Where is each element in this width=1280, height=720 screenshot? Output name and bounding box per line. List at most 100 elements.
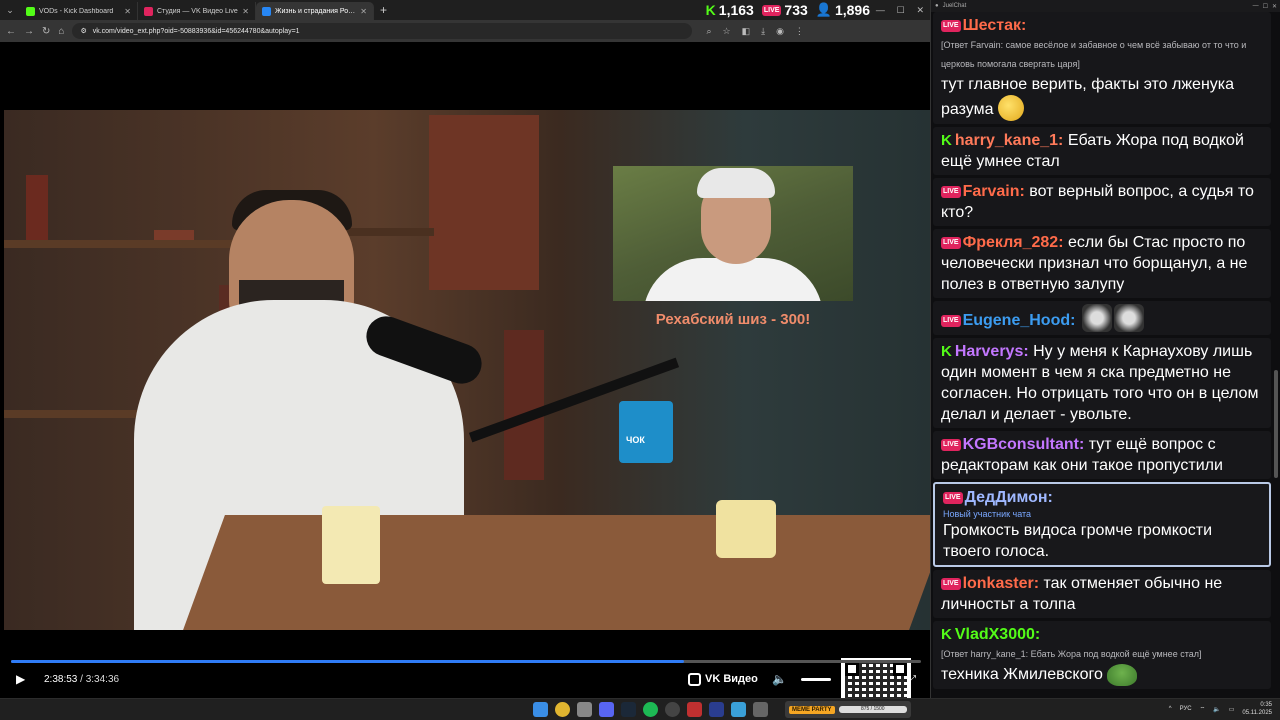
chat-message[interactable]: K Harverys: Ну у меня к Карнаухову лишь о… <box>933 338 1271 428</box>
network-icon[interactable]: ⌔ <box>1200 705 1206 713</box>
live-badge-icon: LIVE <box>941 186 961 198</box>
volume-slider[interactable] <box>801 677 831 681</box>
download-icon[interactable]: ⤓ <box>761 26 765 37</box>
volume-icon[interactable]: 🔈 <box>772 672 787 686</box>
vk-video-logo[interactable]: VK Видео <box>688 672 758 686</box>
tab-vk-video[interactable]: Жизнь и страдания Романа А ✕ <box>256 2 374 20</box>
menu-icon[interactable]: ⋮ <box>795 26 804 37</box>
address-bar-row: ← → ↻ ⌂ ⚙ vk.com/video_ext.php?oid=-5088… <box>0 20 930 42</box>
chat-username[interactable]: Фрекля_282: <box>963 234 1064 251</box>
zoom-icon[interactable]: ⌕ <box>706 26 711 37</box>
player-controls: ▶ 2:38:53 / 3:34:36 VK Видео 🔈 ⤢ <box>0 668 930 690</box>
forward-icon[interactable]: → <box>24 26 34 37</box>
kick-badge-icon: K <box>941 343 952 360</box>
steam-icon[interactable] <box>621 702 636 717</box>
book <box>26 175 48 240</box>
battery-icon[interactable]: ▭ <box>1229 706 1235 713</box>
chat-message[interactable]: LIVE Farvain: вот верный вопрос, а судья … <box>933 178 1271 226</box>
live-badge-icon: LIVE <box>941 20 961 32</box>
chat-message[interactable]: LIVE lonkaster: так отменяет обычно не ли… <box>933 570 1271 618</box>
app-icon[interactable] <box>753 702 768 717</box>
tab-label: Жизнь и страдания Романа А <box>275 7 356 15</box>
language-indicator[interactable]: РУС <box>1180 706 1192 712</box>
maximize-icon[interactable]: ☐ <box>1263 3 1268 10</box>
spotify-icon[interactable] <box>643 702 658 717</box>
url-field[interactable]: ⚙ vk.com/video_ext.php?oid=-50883936&id=… <box>72 23 693 39</box>
close-tab-icon[interactable]: ✕ <box>124 7 131 16</box>
chat-message[interactable]: LIVE Шестак: [Ответ Farvain: самое весёлое… <box>933 12 1271 124</box>
chat-username[interactable]: VladX3000: <box>955 626 1040 643</box>
home-icon[interactable]: ⌂ <box>58 26 64 37</box>
video-player[interactable]: ЧОК Рехабский шиз - 300! <box>4 44 930 720</box>
reload-icon[interactable]: ↻ <box>42 26 50 37</box>
app-icon[interactable] <box>577 702 592 717</box>
tab-bar: ⌄ VODs - Kick Dashboard ✕ Студия — VK Ви… <box>0 0 930 20</box>
screen: ⌄ VODs - Kick Dashboard ✕ Студия — VK Ви… <box>0 0 1280 720</box>
chat-username[interactable]: Eugene_Hood: <box>963 312 1076 329</box>
play-icon[interactable]: ▶ <box>16 672 25 686</box>
chat-username[interactable]: Harverys: <box>955 343 1029 360</box>
app-icon[interactable] <box>709 702 724 717</box>
app-icon[interactable] <box>687 702 702 717</box>
tab-label: VODs - Kick Dashboard <box>39 7 114 15</box>
chat-message[interactable]: LIVE ДедДимон: Новый участник чата Громкост… <box>933 482 1271 567</box>
obs-icon[interactable] <box>665 702 680 717</box>
chat-message[interactable]: LIVE KGBconsultant: тут ещё вопрос с реда… <box>933 431 1271 479</box>
chrome-icon[interactable] <box>555 702 570 717</box>
total-viewers: 👤 1,896 <box>816 2 870 18</box>
chat-titlebar: ● JuelChat — ☐ ✕ <box>931 0 1280 12</box>
system-tray: ^ РУС ⌔ 🔈 ▭ 0:35 05.11.2025 <box>1169 701 1272 717</box>
bookmark-icon[interactable]: ☆ <box>722 26 730 37</box>
viewer-stats: K 1,163 LIVE 733 👤 1,896 <box>706 0 870 20</box>
mini-widget[interactable]: MEME PARTY 875 / 1500 <box>785 701 911 718</box>
kick-badge-icon: K <box>941 132 952 149</box>
chat-username[interactable]: harry_kane_1: <box>955 132 1064 149</box>
tab-kick-dashboard[interactable]: VODs - Kick Dashboard ✕ <box>20 2 138 20</box>
tab-vk-studio[interactable]: Студия — VK Видео Live ✕ <box>138 2 256 20</box>
chat-username[interactable]: KGBconsultant: <box>963 436 1085 453</box>
taskbar-apps <box>533 702 768 717</box>
chat-message-line: LIVE Eugene_Hood: <box>941 304 1263 332</box>
fullscreen-icon[interactable]: ⤢ <box>908 674 916 685</box>
chat-message[interactable]: LIVE Фрекля_282: если бы Стас просто по ч… <box>933 229 1271 298</box>
live-badge: LIVE <box>761 4 782 16</box>
start-icon[interactable] <box>533 702 548 717</box>
close-tab-icon[interactable]: ✕ <box>242 7 249 16</box>
chat-window: ● JuelChat — ☐ ✕ LIVE Шестак: [Ответ Farva… <box>930 0 1280 698</box>
cup <box>322 506 380 584</box>
new-tab-button[interactable]: + <box>380 3 387 17</box>
extension-icon[interactable]: ◧ <box>742 26 751 37</box>
chat-message[interactable]: LIVE Eugene_Hood: <box>933 301 1271 335</box>
minimize-icon[interactable]: — <box>1253 3 1259 9</box>
person-icon: 👤 <box>815 2 832 17</box>
telegram-icon[interactable] <box>731 702 746 717</box>
close-icon[interactable]: ✕ <box>917 5 925 16</box>
speaker-icon[interactable]: 🔈 <box>1213 706 1220 713</box>
chat-messages[interactable]: LIVE Шестак: [Ответ Farvain: самое весёлое… <box>933 12 1271 698</box>
chat-username[interactable]: lonkaster: <box>963 575 1039 592</box>
back-icon[interactable]: ← <box>6 26 16 37</box>
chat-message[interactable]: Kharry_kane_1: Ебать Жора под водкой ещё… <box>933 127 1271 175</box>
seek-bar[interactable] <box>11 660 921 663</box>
minimize-icon[interactable]: — <box>876 5 885 15</box>
chat-username[interactable]: ДедДимон: <box>965 489 1053 506</box>
chat-scrollbar[interactable] <box>1274 370 1278 478</box>
close-icon[interactable]: ✕ <box>1272 3 1277 10</box>
table <box>183 515 930 630</box>
tray-arrow-icon[interactable]: ^ <box>1169 706 1172 712</box>
chat-text: Громкость видоса громче громкости твоего… <box>943 522 1213 560</box>
chat-app-icon: ● <box>935 3 939 9</box>
close-tab-icon[interactable]: ✕ <box>360 7 367 16</box>
discord-icon[interactable] <box>599 702 614 717</box>
chat-reply-quote: [Ответ Farvain: самое весёлое и забавное… <box>941 40 1247 69</box>
tab-search-icon[interactable]: ⌄ <box>0 0 20 20</box>
maximize-icon[interactable]: ☐ <box>897 5 905 16</box>
profile-icon[interactable]: ◉ <box>776 26 784 37</box>
chat-message[interactable]: K VladX3000: [Ответ harry_kane_1: Ебать Жо… <box>933 621 1271 689</box>
clock[interactable]: 0:35 05.11.2025 <box>1242 701 1272 717</box>
chat-username[interactable]: Farvain: <box>963 183 1025 200</box>
site-info-icon[interactable]: ⚙ <box>80 27 86 35</box>
live-viewers: LIVE 733 <box>761 2 808 18</box>
book <box>504 330 544 480</box>
chat-username[interactable]: Шестак: <box>963 17 1027 34</box>
